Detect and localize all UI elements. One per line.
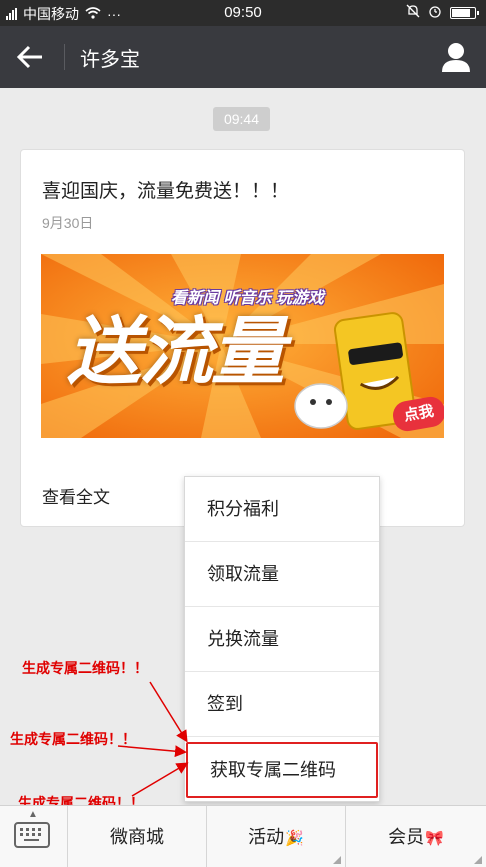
keyboard-toggle-button[interactable]: ▲ [0,806,68,867]
party-popper-icon: 🎉 [285,830,304,847]
annotation-arrow-2 [117,745,187,758]
tab-membership[interactable]: 会员🎀 [346,806,486,867]
tab-activities[interactable]: 活动🎉 [207,806,346,867]
tab-micro-mall[interactable]: 微商城 [68,806,207,867]
submenu-corner-icon [474,856,482,864]
caret-up-icon: ▲ [28,809,38,820]
submenu-corner-icon [333,856,341,864]
tab-label: 活动 [248,827,285,847]
annotation-arrow-1 [149,681,188,743]
bottom-menu-bar: ▲ 微商城 活动🎉 会员🎀 [0,805,486,867]
ribbon-icon: 🎀 [425,830,444,847]
tab-label: 会员 [388,827,425,847]
annotation-arrows [117,681,189,797]
tab-label: 微商城 [110,827,164,847]
annotation-arrow-3 [131,762,189,797]
keyboard-icon [14,822,50,848]
